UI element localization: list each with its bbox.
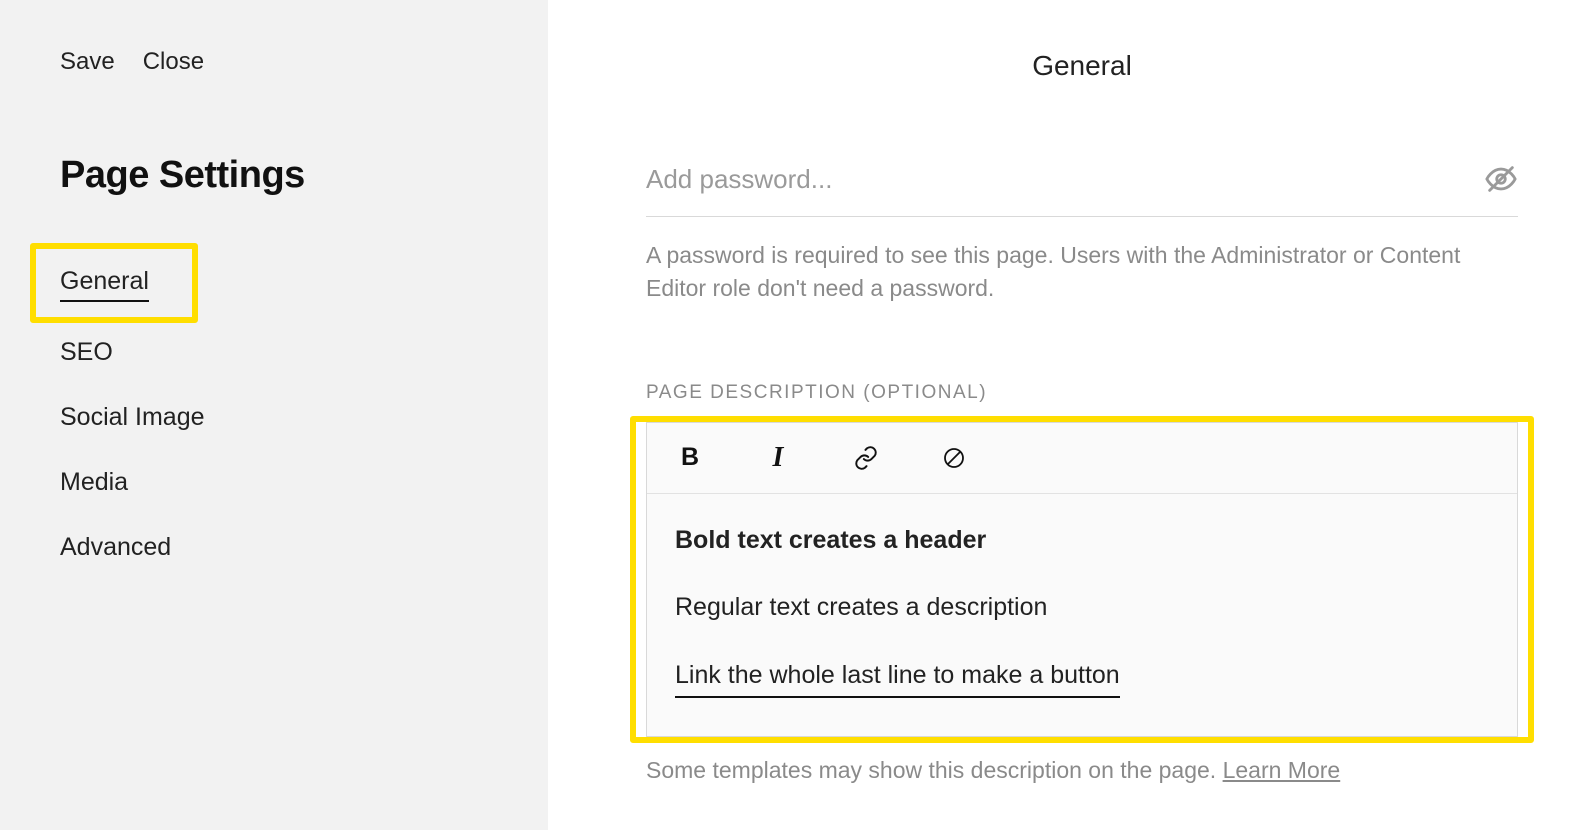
nav-item-seo[interactable]: SEO xyxy=(60,338,113,367)
bold-button[interactable]: B xyxy=(675,443,705,473)
nav-item-advanced[interactable]: Advanced xyxy=(60,533,171,562)
sidebar: Save Close Page Settings General SEO Soc… xyxy=(0,0,548,830)
editor-bold-line: Bold text creates a header xyxy=(675,522,1489,560)
save-button[interactable]: Save xyxy=(60,48,115,76)
clear-format-button[interactable] xyxy=(939,443,969,473)
nav-item-social-image[interactable]: Social Image xyxy=(60,403,205,432)
top-actions: Save Close xyxy=(60,48,488,76)
page-title: Page Settings xyxy=(60,154,488,197)
close-button[interactable]: Close xyxy=(143,48,204,76)
description-footer-help: Some templates may show this description… xyxy=(646,757,1518,784)
clear-icon xyxy=(942,446,966,470)
nav-item-general[interactable]: General xyxy=(60,267,149,302)
learn-more-link[interactable]: Learn More xyxy=(1223,757,1341,783)
description-section-label: PAGE DESCRIPTION (OPTIONAL) xyxy=(646,382,1518,404)
description-editor-wrap: B I Bold text creates a header xyxy=(646,422,1518,738)
italic-button[interactable]: I xyxy=(763,443,793,473)
editor-regular-line: Regular text creates a description xyxy=(675,589,1489,627)
footer-help-text: Some templates may show this description… xyxy=(646,757,1223,783)
link-icon xyxy=(853,445,879,471)
link-button[interactable] xyxy=(851,443,881,473)
main-header: General xyxy=(646,0,1518,82)
eye-off-icon[interactable] xyxy=(1484,162,1518,196)
nav-item-media[interactable]: Media xyxy=(60,468,128,497)
password-input[interactable] xyxy=(646,164,1484,195)
main-panel: General A password is required to see th… xyxy=(548,0,1586,830)
editor-toolbar: B I xyxy=(647,423,1517,494)
password-help-text: A password is required to see this page.… xyxy=(646,239,1518,306)
description-editor: B I Bold text creates a header xyxy=(646,422,1518,738)
editor-body[interactable]: Bold text creates a header Regular text … xyxy=(647,494,1517,737)
editor-link-line: Link the whole last line to make a butto… xyxy=(675,657,1120,699)
sidebar-nav: General SEO Social Image Media Advanced xyxy=(60,267,488,562)
password-row xyxy=(646,162,1518,217)
